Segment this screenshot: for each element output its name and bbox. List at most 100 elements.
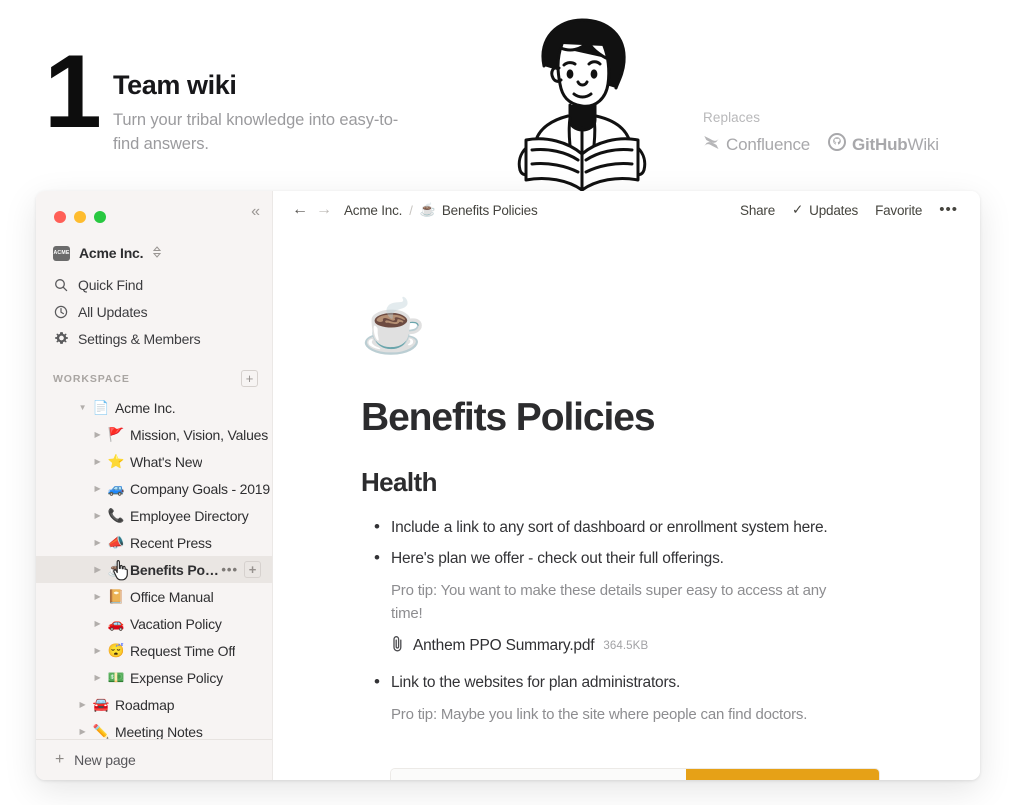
coffee-icon: ☕ <box>419 202 436 217</box>
section-heading-health[interactable]: Health <box>361 467 980 497</box>
replaces-block: Replaces Confluence GitHubWiki <box>703 110 939 156</box>
updates-button[interactable]: ✓ Updates <box>792 202 858 218</box>
page-cover-emoji[interactable]: ☕ <box>361 301 980 353</box>
screenshot-root: 1 Team wiki Turn your tribal knowledge i… <box>0 0 1009 805</box>
chevron-right-icon[interactable]: ▶ <box>91 484 104 493</box>
tree-row-mission-vision-values[interactable]: ▶ 🚩 Mission, Vision, Values <box>36 421 272 448</box>
block-right-segment-orange <box>686 769 879 780</box>
sidebar-item-quick-find[interactable]: Quick Find <box>36 271 272 298</box>
chevron-right-icon[interactable]: ▶ <box>91 538 104 547</box>
gear-icon <box>53 331 69 347</box>
breadcrumb-root[interactable]: Acme Inc. <box>344 203 402 218</box>
share-button[interactable]: Share <box>740 203 775 218</box>
paperclip-icon <box>391 635 404 656</box>
tree-row-label: Mission, Vision, Values <box>130 426 269 443</box>
tree-row-benefits-policies[interactable]: ▶ ☕ Benefits Polici... ••• + <box>36 556 272 583</box>
page-icon: 📞 <box>107 507 125 523</box>
pro-tip-text-2[interactable]: Pro tip: Maybe you link to the site wher… <box>361 703 861 726</box>
tree-row-label: Request Time Off <box>130 642 236 659</box>
favorite-button[interactable]: Favorite <box>875 203 922 218</box>
tree-row-whats-new[interactable]: ▶ ⭐ What's New <box>36 448 272 475</box>
minimize-window-button[interactable] <box>74 211 86 223</box>
tree-row-vacation-policy[interactable]: ▶ 🚗 Vacation Policy <box>36 610 272 637</box>
chevron-right-icon[interactable]: ▶ <box>91 565 104 574</box>
forward-arrow-icon[interactable]: → <box>312 202 336 218</box>
marketing-hero: 1 Team wiki Turn your tribal knowledge i… <box>0 0 1009 192</box>
tree-row-employee-directory[interactable]: ▶ 📞 Employee Directory <box>36 502 272 529</box>
tree-row-label: Expense Policy <box>130 669 223 686</box>
block-left-segment <box>391 769 686 780</box>
replaces-item-github-wiki: GitHubWiki <box>828 133 939 156</box>
chevron-right-icon[interactable]: ▶ <box>91 457 104 466</box>
replaces-item-label: Confluence <box>726 134 811 154</box>
tree-row-label: Benefits Polici... <box>130 561 221 578</box>
breadcrumb-current[interactable]: ☕ Benefits Policies <box>420 202 538 218</box>
new-page-label: New page <box>74 752 136 768</box>
chevron-right-icon[interactable]: ▶ <box>91 673 104 682</box>
tree-row-label: Vacation Policy <box>130 615 222 632</box>
chevron-right-icon[interactable]: ▶ <box>91 430 104 439</box>
attachment-row[interactable]: Anthem PPO Summary.pdf 364.5KB <box>361 635 980 656</box>
collapse-sidebar-icon[interactable]: « <box>251 203 260 221</box>
new-page-button[interactable]: + New page <box>36 740 272 780</box>
github-bold-text: GitHub <box>852 134 908 154</box>
chevron-right-icon[interactable]: ▶ <box>76 700 89 709</box>
person-reading-book-illustration <box>482 8 682 194</box>
sidebar-item-label: Quick Find <box>78 276 143 293</box>
app-window: « ACME Acme Inc. Quick Find All Updates … <box>36 191 980 780</box>
partially-visible-block[interactable] <box>391 769 879 780</box>
bullet-list: Include a link to any sort of dashboard … <box>361 516 980 570</box>
tree-row-label: Office Manual <box>130 588 214 605</box>
page-icon: ✏️ <box>92 723 110 739</box>
tree-row-roadmap[interactable]: ▶ 🚘 Roadmap <box>36 691 272 718</box>
pro-tip-text[interactable]: Pro tip: You want to make these details … <box>361 579 861 625</box>
chevron-right-icon[interactable]: ▶ <box>91 646 104 655</box>
tree-row-acme-inc[interactable]: ▼ 📄 Acme Inc. <box>36 394 272 421</box>
tree-row-meeting-notes[interactable]: ▶ ✏️ Meeting Notes <box>36 718 272 740</box>
list-item[interactable]: Here's plan we offer - check out their f… <box>361 547 980 570</box>
more-options-icon[interactable]: ••• <box>221 563 238 576</box>
tree-row-recent-press[interactable]: ▶ 📣 Recent Press <box>36 529 272 556</box>
sidebar-footer: + New page <box>36 739 272 780</box>
document-body: ☕ Benefits Policies Health Include a lin… <box>273 229 980 726</box>
replaces-item-label: GitHubWiki <box>852 135 939 155</box>
workspace-section-header: WORKSPACE + <box>36 352 272 394</box>
bullet-list-2: Link to the websites for plan administra… <box>361 671 980 694</box>
chevron-down-icon[interactable]: ▼ <box>76 403 89 412</box>
replaces-list: Confluence GitHubWiki <box>703 133 939 156</box>
chevron-right-icon[interactable]: ▶ <box>91 511 104 520</box>
plus-icon: + <box>55 751 65 768</box>
toolbar-actions: Share ✓ Updates Favorite ••• <box>740 202 958 218</box>
list-item[interactable]: Include a link to any sort of dashboard … <box>361 516 980 539</box>
page-title[interactable]: Benefits Policies <box>361 395 980 441</box>
zoom-window-button[interactable] <box>94 211 106 223</box>
tree-row-expense-policy[interactable]: ▶ 💵 Expense Policy <box>36 664 272 691</box>
sidebar-item-settings-members[interactable]: Settings & Members <box>36 325 272 352</box>
back-arrow-icon[interactable]: ← <box>288 202 312 218</box>
replaces-label: Replaces <box>703 110 761 125</box>
tree-row-company-goals-2019[interactable]: ▶ 🚙 Company Goals - 2019 <box>36 475 272 502</box>
window-traffic-lights <box>36 191 272 229</box>
sidebar-item-all-updates[interactable]: All Updates <box>36 298 272 325</box>
add-subpage-button[interactable]: + <box>244 561 261 578</box>
chevron-updown-icon <box>153 246 162 260</box>
sidebar: « ACME Acme Inc. Quick Find All Updates … <box>36 191 273 780</box>
more-options-icon[interactable]: ••• <box>939 202 958 217</box>
hero-title: Team wiki <box>113 70 237 100</box>
workspace-switcher[interactable]: ACME Acme Inc. <box>36 235 272 271</box>
chevron-right-icon[interactable]: ▶ <box>91 592 104 601</box>
page-icon: 🚗 <box>107 615 125 631</box>
chevron-right-icon[interactable]: ▶ <box>91 619 104 628</box>
page-icon: 📣 <box>107 534 125 550</box>
github-icon <box>828 133 847 156</box>
add-page-button[interactable]: + <box>241 370 258 387</box>
acme-logo-icon: ACME <box>53 245 70 261</box>
chevron-right-icon[interactable]: ▶ <box>76 727 89 736</box>
replaces-item-confluence: Confluence <box>703 135 810 155</box>
tree-row-office-manual[interactable]: ▶ 📔 Office Manual <box>36 583 272 610</box>
tree-row-request-time-off[interactable]: ▶ 😴 Request Time Off <box>36 637 272 664</box>
page-icon: 😴 <box>107 642 125 658</box>
list-item[interactable]: Link to the websites for plan administra… <box>361 671 980 694</box>
close-window-button[interactable] <box>54 211 66 223</box>
page-icon: 📄 <box>92 399 110 415</box>
